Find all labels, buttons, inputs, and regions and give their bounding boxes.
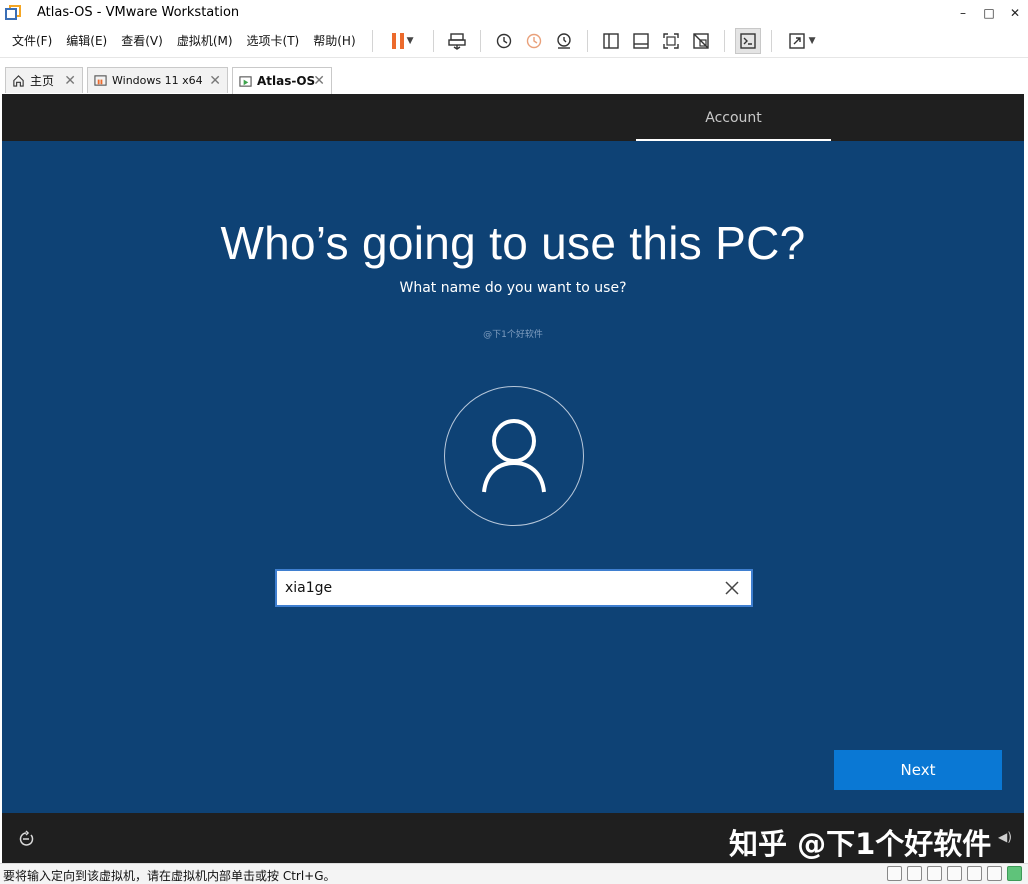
username-input[interactable] bbox=[285, 571, 715, 605]
bottom-panel-layout-icon bbox=[632, 33, 649, 49]
tab-windows-11[interactable]: Windows 11 x64 ✕ bbox=[87, 67, 228, 93]
vm-running-icon bbox=[239, 75, 252, 87]
full-screen-icon bbox=[662, 33, 679, 49]
stretch-guest-button[interactable]: ▼ bbox=[782, 28, 822, 54]
display-icon[interactable] bbox=[987, 866, 1002, 881]
snapshot-manager-icon bbox=[556, 33, 571, 49]
username-field bbox=[275, 569, 753, 607]
title-bar: Atlas-OS - VMware Workstation – □ ✕ bbox=[0, 0, 1028, 25]
menu-edit[interactable]: 编辑(E) bbox=[60, 25, 115, 58]
toolbar-separator bbox=[371, 30, 373, 52]
cd-dvd-icon[interactable] bbox=[907, 866, 922, 881]
vm-icon bbox=[94, 75, 107, 86]
suspend-button[interactable]: ▼ bbox=[383, 28, 423, 54]
page-subtitle: What name do you want to use? bbox=[399, 280, 627, 296]
close-icon[interactable]: ✕ bbox=[313, 73, 325, 89]
volume-icon[interactable]: ◀) bbox=[998, 830, 1012, 844]
footer-watermark: 知乎 @下1个好软件 bbox=[729, 827, 992, 861]
tab-label: 主页 bbox=[30, 74, 55, 88]
network-adapter-icon[interactable] bbox=[927, 866, 942, 881]
thumbnail-bar-button[interactable] bbox=[628, 28, 654, 54]
unity-button[interactable] bbox=[688, 28, 714, 54]
snapshot-manager-button[interactable] bbox=[551, 28, 577, 54]
toolbar-separator bbox=[723, 30, 725, 52]
watermark-text: @下1个好软件 bbox=[483, 330, 543, 340]
status-text: 要将输入定向到该虚拟机，请在虚拟机内部单击或按 Ctrl+G。 bbox=[3, 869, 336, 883]
vm-console[interactable]: Account Who’s going to use this PC? What… bbox=[2, 94, 1024, 863]
tab-home[interactable]: 主页 ✕ bbox=[5, 67, 83, 93]
tab-label: Atlas-OS bbox=[257, 74, 316, 88]
menu-help[interactable]: 帮助(H) bbox=[307, 25, 363, 58]
minimize-button[interactable]: – bbox=[950, 0, 976, 25]
toolbar-separator bbox=[770, 30, 772, 52]
close-icon[interactable]: ✕ bbox=[209, 73, 221, 89]
menu-view[interactable]: 查看(V) bbox=[115, 25, 171, 58]
message-log-icon[interactable] bbox=[1007, 866, 1022, 881]
window-title: Atlas-OS - VMware Workstation bbox=[37, 5, 240, 20]
unity-mode-icon bbox=[692, 33, 709, 49]
tab-bar: 主页 ✕ Windows 11 x64 ✕ Atlas-OS ✕ bbox=[0, 58, 1028, 94]
next-button[interactable]: Next bbox=[834, 750, 1002, 790]
expand-icon bbox=[788, 33, 805, 49]
oobe-header: Account bbox=[2, 94, 1024, 141]
pause-icon bbox=[391, 33, 404, 49]
user-icon bbox=[482, 419, 546, 493]
page-title: Who’s going to use this PC? bbox=[220, 217, 806, 269]
chevron-down-icon: ▼ bbox=[808, 36, 816, 46]
keyboard-send-icon bbox=[447, 33, 466, 50]
snapshot-button[interactable] bbox=[491, 28, 517, 54]
toolbar-separator bbox=[432, 30, 434, 52]
oobe-step-account: Account bbox=[636, 94, 831, 141]
send-ctrl-alt-del-button[interactable] bbox=[444, 28, 470, 54]
close-icon[interactable]: ✕ bbox=[64, 73, 76, 89]
show-library-button[interactable] bbox=[598, 28, 624, 54]
tab-atlas-os[interactable]: Atlas-OS ✕ bbox=[232, 67, 332, 94]
menu-file[interactable]: 文件(F) bbox=[6, 25, 60, 58]
usb-icon[interactable] bbox=[947, 866, 962, 881]
hard-disk-icon[interactable] bbox=[887, 866, 902, 881]
avatar bbox=[444, 386, 584, 526]
terminal-icon bbox=[739, 33, 756, 49]
tab-label: Windows 11 x64 bbox=[112, 74, 203, 87]
sound-card-icon[interactable] bbox=[967, 866, 982, 881]
revert-snapshot-button[interactable] bbox=[521, 28, 547, 54]
full-screen-button[interactable] bbox=[658, 28, 684, 54]
menu-tabs[interactable]: 选项卡(T) bbox=[241, 25, 308, 58]
status-bar: 要将输入定向到该虚拟机，请在虚拟机内部单击或按 Ctrl+G。 bbox=[0, 863, 1028, 884]
home-icon bbox=[13, 75, 24, 87]
menu-vm[interactable]: 虚拟机(M) bbox=[171, 25, 241, 58]
close-button[interactable]: ✕ bbox=[1002, 0, 1028, 25]
console-view-button[interactable] bbox=[734, 28, 761, 54]
toolbar-separator bbox=[586, 30, 588, 52]
accessibility-icon[interactable] bbox=[16, 829, 36, 849]
menu-toolbar: 文件(F) 编辑(E) 查看(V) 虚拟机(M) 选项卡(T) 帮助(H) ▼ … bbox=[0, 25, 1028, 58]
snapshot-clock-icon bbox=[496, 33, 511, 49]
toolbar-separator bbox=[479, 30, 481, 52]
oobe-footer: 知乎 @下1个好软件 ◀) bbox=[2, 813, 1024, 863]
revert-clock-icon bbox=[526, 33, 541, 49]
clear-input-icon[interactable] bbox=[723, 579, 741, 597]
sidebar-layout-icon bbox=[602, 33, 619, 49]
maximize-button[interactable]: □ bbox=[976, 0, 1002, 25]
vmware-logo-icon bbox=[5, 4, 21, 21]
chevron-down-icon: ▼ bbox=[406, 36, 414, 46]
